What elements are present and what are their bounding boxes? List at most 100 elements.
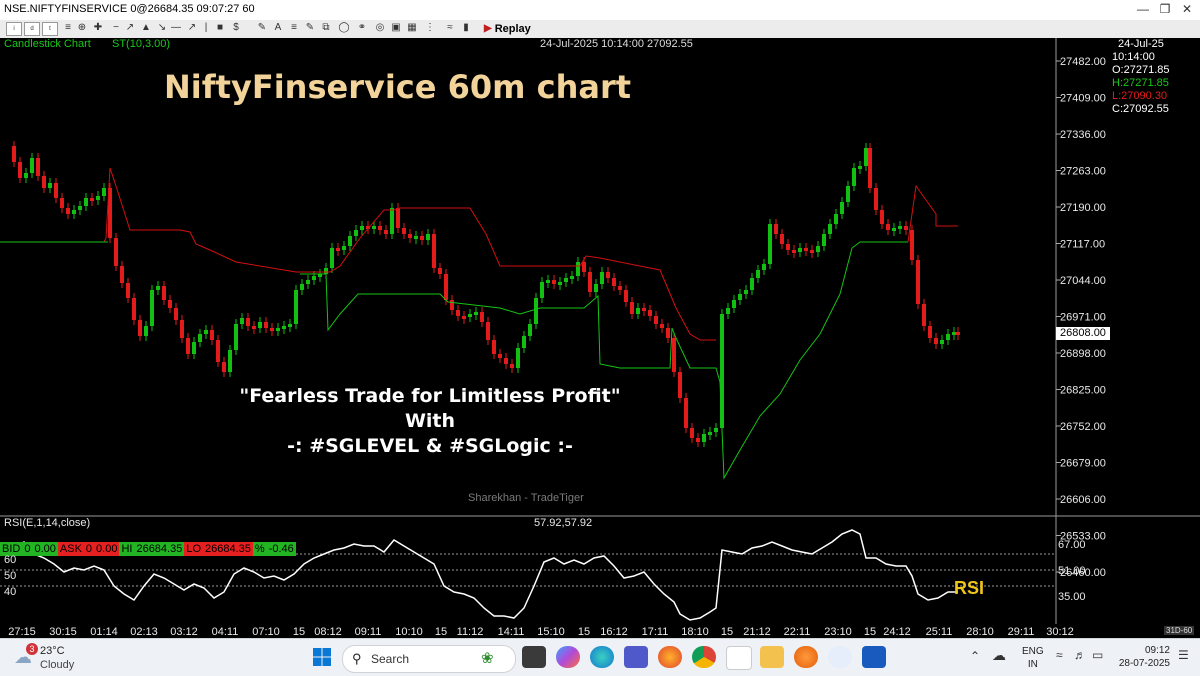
chart-area[interactable]: 27482.00 27409.00 27336.00 27263.00 27190.00… xyxy=(0,38,1200,624)
taskbar-search[interactable]: ⚲ Search ❀ xyxy=(342,645,516,673)
word-icon[interactable] xyxy=(862,646,886,668)
copy-icon[interactable]: ⧉ xyxy=(320,22,332,34)
chart-type-label: Candlestick Chart xyxy=(4,38,91,50)
start-button[interactable] xyxy=(312,647,332,667)
price-tick-label: 26752.00 xyxy=(1060,421,1106,433)
candle-body xyxy=(438,268,442,274)
tagline: "Fearless Trade for Limitless Profit" Wi… xyxy=(200,384,660,459)
ask-value: 0 xyxy=(83,542,95,556)
ruler-icon[interactable]: ▣ xyxy=(390,22,402,34)
pencil-icon[interactable]: ✎ xyxy=(256,22,268,34)
target-icon[interactable]: ◎ xyxy=(374,22,386,34)
task-view-icon[interactable] xyxy=(522,646,546,668)
candle-body xyxy=(874,188,878,210)
minus-icon[interactable]: − xyxy=(110,22,122,34)
fib-icon[interactable]: ≡ xyxy=(288,22,300,34)
price-axis: 27482.00 27409.00 27336.00 27263.00 27190.00… xyxy=(1056,56,1106,579)
lang-primary: ENG xyxy=(1022,646,1044,657)
candle-body xyxy=(552,280,556,284)
price-tick-label: 26825.00 xyxy=(1060,385,1106,397)
candle-body xyxy=(886,224,890,230)
onedrive-icon[interactable]: ☁ xyxy=(992,647,1006,664)
candles-icon[interactable]: ▮ xyxy=(460,22,472,34)
candle-body xyxy=(504,358,508,364)
candle-body xyxy=(48,183,52,188)
candle-body xyxy=(582,262,586,272)
candle-body xyxy=(720,314,724,428)
teams-icon[interactable] xyxy=(624,646,648,668)
candle-body xyxy=(880,210,884,224)
file-explorer-icon[interactable] xyxy=(760,646,784,668)
edit-icon[interactable]: ✎ xyxy=(304,22,316,34)
grid-icon[interactable]: ▦ xyxy=(406,22,418,34)
window-title: NSE.NIFTYFINSERVICE 0@26684.35 09:07:27 … xyxy=(4,3,255,15)
hline-icon[interactable]: — xyxy=(170,22,182,34)
candle-body xyxy=(516,348,520,368)
candle-body xyxy=(210,330,214,340)
time-tick-label: 07:10 xyxy=(252,626,280,638)
time-tick-label: 03:12 xyxy=(170,626,198,638)
volume-icon[interactable]: ♬ xyxy=(1074,648,1086,662)
candle-body xyxy=(696,438,700,442)
firefox-icon[interactable] xyxy=(658,646,682,668)
magnet-icon[interactable]: ⚭ xyxy=(356,22,368,34)
candle-body xyxy=(804,248,808,251)
arrow-icon[interactable]: ↗ xyxy=(124,22,136,34)
dollar-icon[interactable]: $ xyxy=(230,22,242,34)
candle-body xyxy=(768,224,772,264)
minimize-icon[interactable]: — xyxy=(1136,2,1150,16)
notification-icon[interactable]: ☰ xyxy=(1178,648,1189,662)
candle-body xyxy=(354,230,358,236)
candle-body xyxy=(642,308,646,311)
search-icon: ⚲ xyxy=(352,651,362,666)
battery-icon[interactable]: ▭ xyxy=(1092,648,1103,662)
candle-body xyxy=(868,148,872,188)
chevron-up-icon[interactable]: ⌃ xyxy=(970,649,980,663)
trend-icon[interactable]: ↗ xyxy=(186,22,198,34)
copilot-icon[interactable] xyxy=(556,646,580,668)
edge-icon[interactable] xyxy=(590,646,614,668)
line-icon[interactable]: ↘ xyxy=(156,22,168,34)
candle-body xyxy=(294,290,298,324)
tick-icon[interactable]: t xyxy=(42,22,58,36)
candle-body xyxy=(810,250,814,253)
app-c-icon[interactable] xyxy=(828,646,852,668)
chart-line-icon[interactable]: ≈ xyxy=(444,22,456,34)
chrome-icon[interactable] xyxy=(692,646,716,668)
clock[interactable]: 09:12 28-07-2025 xyxy=(1118,644,1170,670)
tradetiger-icon[interactable] xyxy=(794,646,818,668)
bars-icon[interactable]: ≡ xyxy=(62,22,74,34)
time-axis-canvas: 27:15 30:15 01:14 02:13 03:12 04:11 07:10 15 08:… xyxy=(8,626,1074,638)
ohlc-box: 24-Jul-25 10:14:00 O:27271.85 H:27271.85… xyxy=(1112,38,1170,116)
cursor-icon[interactable]: ▲ xyxy=(140,22,152,34)
time-tick-label: 04:11 xyxy=(212,626,239,638)
ellipse-icon[interactable]: ◯ xyxy=(338,22,350,34)
candle-body xyxy=(792,250,796,253)
restore-icon[interactable]: ❐ xyxy=(1158,2,1172,16)
intraday-icon[interactable]: i xyxy=(6,22,22,36)
candle-body xyxy=(816,246,820,252)
wifi-icon[interactable]: ≈ xyxy=(1056,648,1063,662)
time-tick-label: 22:11 xyxy=(784,626,811,638)
candle-body xyxy=(946,334,950,340)
language-indicator[interactable]: ENG IN xyxy=(1022,645,1044,671)
crosshair-icon[interactable]: ✚ xyxy=(92,22,104,34)
candle-body xyxy=(282,326,286,329)
replay-button[interactable]: ▶ Replay xyxy=(480,21,535,36)
text-icon[interactable]: A xyxy=(272,22,284,34)
stockedge-icon[interactable] xyxy=(726,646,752,670)
chart-canvas[interactable]: 27482.00 27409.00 27336.00 27263.00 27190.00… xyxy=(0,38,1200,624)
dots-icon[interactable]: ⋮ xyxy=(424,22,436,34)
weather-widget[interactable]: ☁ 3 23°C Cloudy xyxy=(14,643,104,673)
candle-body xyxy=(834,214,838,224)
candle-body xyxy=(84,198,88,206)
supertrend-down-line xyxy=(907,184,958,243)
daily-icon[interactable]: d xyxy=(24,22,40,36)
candle-body xyxy=(600,272,604,284)
box-icon[interactable]: ■ xyxy=(214,22,226,34)
candle-body xyxy=(666,328,670,338)
close-icon[interactable]: ✕ xyxy=(1180,2,1194,16)
vline-icon[interactable]: | xyxy=(200,22,212,34)
lang-secondary: IN xyxy=(1027,659,1038,670)
zoom-icon[interactable]: ⊕ xyxy=(76,22,88,34)
